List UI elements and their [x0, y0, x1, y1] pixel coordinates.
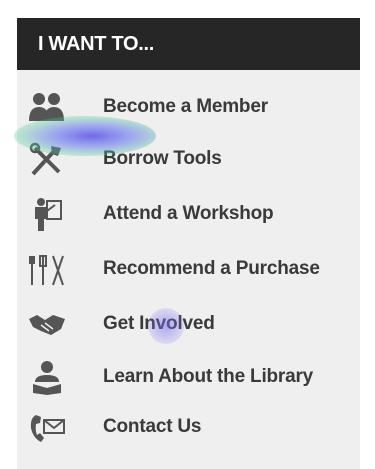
- menu-item-label: Recommend a Purchase: [103, 258, 320, 279]
- menu-item-borrow-tools[interactable]: Borrow Tools: [17, 138, 360, 182]
- menu-item-learn-library[interactable]: Learn About the Library: [17, 356, 360, 400]
- menu-item-label: Learn About the Library: [103, 366, 314, 387]
- menu-item-label: Contact Us: [103, 416, 202, 437]
- handshake-icon: [27, 307, 67, 343]
- recommend-tools-icon: [27, 252, 67, 288]
- panel-title: I WANT TO...: [38, 33, 155, 55]
- phone-mail-icon: [27, 410, 67, 446]
- workshop-icon: [27, 197, 67, 233]
- menu-item-contact-us[interactable]: Contact Us: [17, 406, 360, 450]
- menu-item-label: Get Involved: [103, 313, 215, 334]
- menu-item-attend-workshop[interactable]: Attend a Workshop: [17, 193, 360, 237]
- menu-item-label: Become a Member: [103, 96, 268, 117]
- reader-icon: [27, 360, 67, 396]
- members-icon: [27, 90, 67, 126]
- i-want-to-panel: I WANT TO... Become a Member Borrow Tool…: [17, 18, 360, 469]
- tools-icon: [27, 142, 67, 178]
- panel-header: I WANT TO...: [17, 18, 360, 70]
- menu-item-recommend-purchase[interactable]: Recommend a Purchase: [17, 248, 360, 292]
- menu-item-become-member[interactable]: Become a Member: [17, 86, 360, 130]
- menu-item-label: Attend a Workshop: [103, 203, 274, 224]
- menu-item-label: Borrow Tools: [103, 148, 222, 169]
- menu-item-get-involved[interactable]: Get Involved: [17, 303, 360, 347]
